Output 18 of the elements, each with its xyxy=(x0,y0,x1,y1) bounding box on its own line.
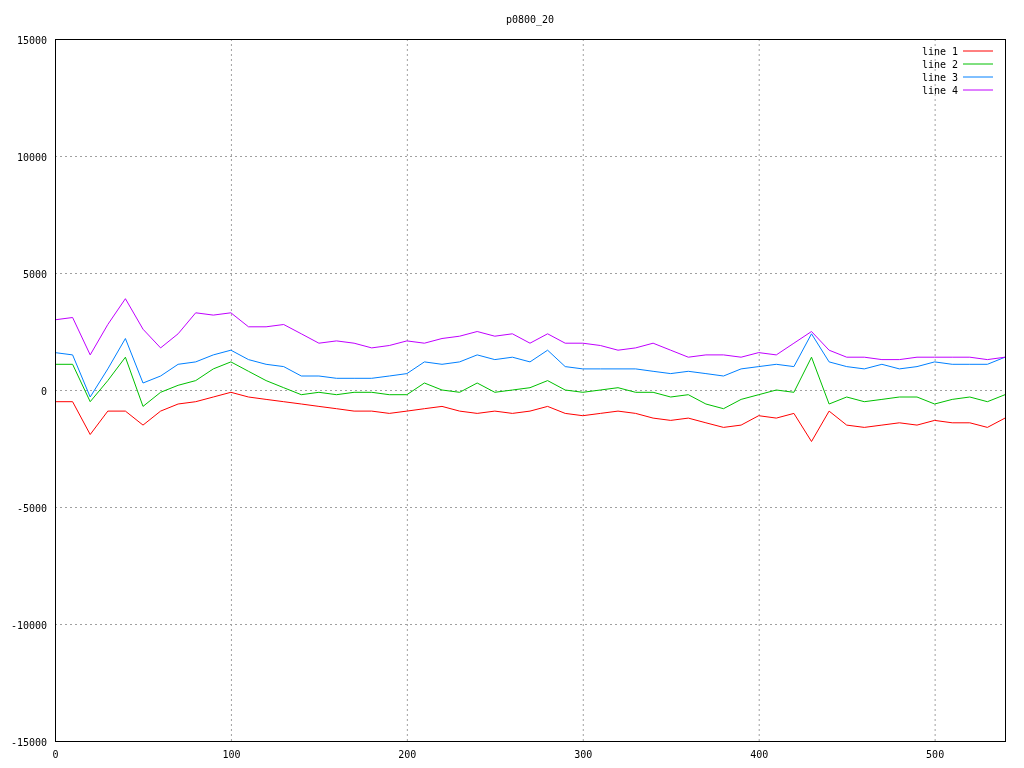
x-tick-label: 0 xyxy=(52,749,59,760)
x-tick-label: 500 xyxy=(926,749,945,760)
legend-label: line 1 xyxy=(921,46,958,57)
x-tick-label: 400 xyxy=(750,749,769,760)
y-tick-label: 5000 xyxy=(22,268,47,280)
y-tick-label: 15000 xyxy=(16,34,47,46)
x-tick-label: 300 xyxy=(574,749,593,760)
y-tick-label: -15000 xyxy=(10,736,47,748)
chart-title: p0800_20 xyxy=(505,14,555,25)
y-tick-label: -10000 xyxy=(10,619,47,631)
legend-label: line 3 xyxy=(921,72,958,83)
y-tick-label: 0 xyxy=(40,385,47,397)
legend-label: line 4 xyxy=(921,85,958,96)
legend-label: line 2 xyxy=(921,59,958,70)
x-tick-label: 100 xyxy=(222,749,241,760)
y-tick-label: 10000 xyxy=(16,151,47,163)
y-tick-label: -5000 xyxy=(16,502,47,514)
x-tick-label: 200 xyxy=(398,749,417,760)
